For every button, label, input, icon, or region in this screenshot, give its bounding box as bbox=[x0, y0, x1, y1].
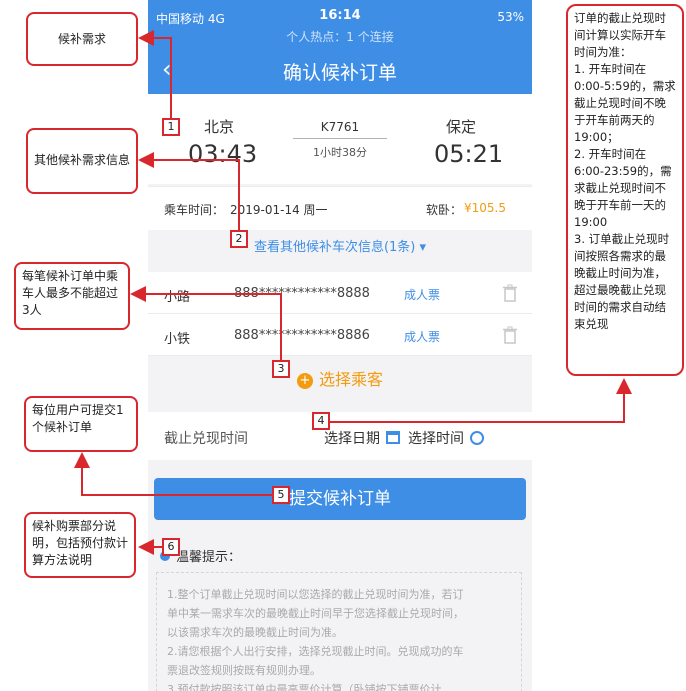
passenger-name: 小铁 bbox=[164, 332, 191, 347]
ride-date-value: 2019-01-14 周一 bbox=[230, 203, 328, 217]
battery-label: 53% bbox=[497, 10, 524, 24]
ticket-price: ¥105.5 bbox=[464, 201, 506, 215]
annotation-need: 候补需求 bbox=[26, 12, 138, 66]
route-arrow-icon bbox=[293, 138, 387, 139]
seat-type: 软卧： bbox=[426, 203, 463, 217]
tips-line: 2.请您根据个人出行安排，选择兑现截止时间。兑现成功的车 bbox=[167, 645, 464, 658]
select-time-label: 选择时间 bbox=[408, 431, 464, 447]
badge-5: 5 bbox=[272, 486, 290, 504]
select-time-button[interactable]: 选择时间 bbox=[408, 428, 484, 448]
tips-line: 票退改签规则按既有规则办理。 bbox=[167, 664, 321, 677]
ride-info-row: 乘车时间： 2019-01-14 周一 软卧： ¥105.5 bbox=[148, 186, 532, 230]
clock-icon bbox=[470, 431, 484, 445]
tips-line: 1.整个订单截止兑现时间以您选择的截止兑现时间为准，若订 bbox=[167, 588, 464, 601]
badge-2: 2 bbox=[230, 230, 248, 248]
caret-down-icon: ▾ bbox=[419, 240, 427, 255]
annotation-description: 候补购票部分说明，包括预付款计算方法说明 bbox=[24, 512, 136, 578]
clock: 16:14 bbox=[319, 8, 361, 23]
select-passenger-button[interactable]: + 选择乘客 bbox=[148, 366, 532, 389]
tips-box: 1.整个订单截止兑现时间以您选择的截止兑现时间为准，若订 单中某一需求车次的最晚… bbox=[156, 572, 522, 691]
tips-line: 以该需求车次的最晚截止时间为准。 bbox=[167, 626, 343, 639]
arrival-time: 05:21 bbox=[434, 140, 504, 168]
trip-card: 北京 03:43 K7761 1小时38分 保定 05:21 bbox=[148, 94, 532, 184]
badge-6: 6 bbox=[162, 538, 180, 556]
submit-order-button[interactable]: 提交候补订单 bbox=[154, 478, 526, 520]
tips-line: 3.预付款按照该订单中最高票价计算（卧铺按下铺票价计 bbox=[167, 683, 442, 691]
annotation-user-limit: 每位用户可提交1个候补订单 bbox=[24, 396, 138, 452]
nav-bar: ‹ 确认候补订单 bbox=[148, 48, 532, 94]
passenger-row: 小铁 888************8886 成人票 bbox=[148, 314, 532, 356]
select-date-label: 选择日期 bbox=[324, 431, 380, 447]
tips-title: 温馨提示： bbox=[176, 550, 242, 565]
hotspot-banner[interactable]: 个人热点：1 个连接 bbox=[148, 28, 532, 45]
select-passenger-label: 选择乘客 bbox=[318, 370, 383, 389]
ticket-type[interactable]: 成人票 bbox=[404, 328, 440, 345]
phone-screen: 中国移动 4G 16:14 53% 个人热点：1 个连接 ‹ 确认候补订单 北京… bbox=[148, 0, 532, 691]
passenger-id: 888************8886 bbox=[234, 328, 370, 343]
to-city: 保定 bbox=[446, 118, 477, 136]
ticket-type[interactable]: 成人票 bbox=[404, 286, 440, 303]
plus-icon: + bbox=[296, 373, 313, 389]
deadline-row: 截止兑现时间 选择日期 选择时间 bbox=[148, 412, 532, 460]
badge-4: 4 bbox=[312, 412, 330, 430]
tips-line: 单中某一需求车次的最晚截止时间早于您选择截止兑现时间， bbox=[167, 607, 464, 620]
passenger-id: 888************8888 bbox=[234, 286, 370, 301]
passenger-row: 小路 888************8888 成人票 bbox=[148, 272, 532, 314]
status-bar: 中国移动 4G 16:14 53% 个人热点：1 个连接 bbox=[148, 0, 532, 48]
deadline-label: 截止兑现时间 bbox=[164, 431, 248, 447]
calendar-icon bbox=[386, 431, 400, 444]
other-trains-text: 查看其他候补车次信息(1条) bbox=[253, 240, 416, 255]
annotation-other-need: 其他候补需求信息 bbox=[26, 128, 138, 194]
select-date-button[interactable]: 选择日期 bbox=[324, 428, 400, 448]
trash-icon[interactable] bbox=[502, 326, 518, 344]
passenger-name: 小路 bbox=[164, 290, 191, 305]
trash-icon[interactable] bbox=[502, 284, 518, 302]
badge-3: 3 bbox=[272, 360, 290, 378]
annotation-passenger-limit: 每笔候补订单中乘车人最多不能超过3人 bbox=[14, 262, 130, 330]
other-trains-link[interactable]: 查看其他候补车次信息(1条) ▾ bbox=[148, 236, 532, 255]
badge-1: 1 bbox=[162, 118, 180, 136]
annotation-deadline-rule: 订单的截止兑现时间计算以实际开车时间为准： 1. 开车时间在0:00-5:59的… bbox=[566, 4, 684, 376]
ride-date-label: 乘车时间： bbox=[164, 203, 225, 217]
page-title: 确认候补订单 bbox=[282, 62, 397, 84]
